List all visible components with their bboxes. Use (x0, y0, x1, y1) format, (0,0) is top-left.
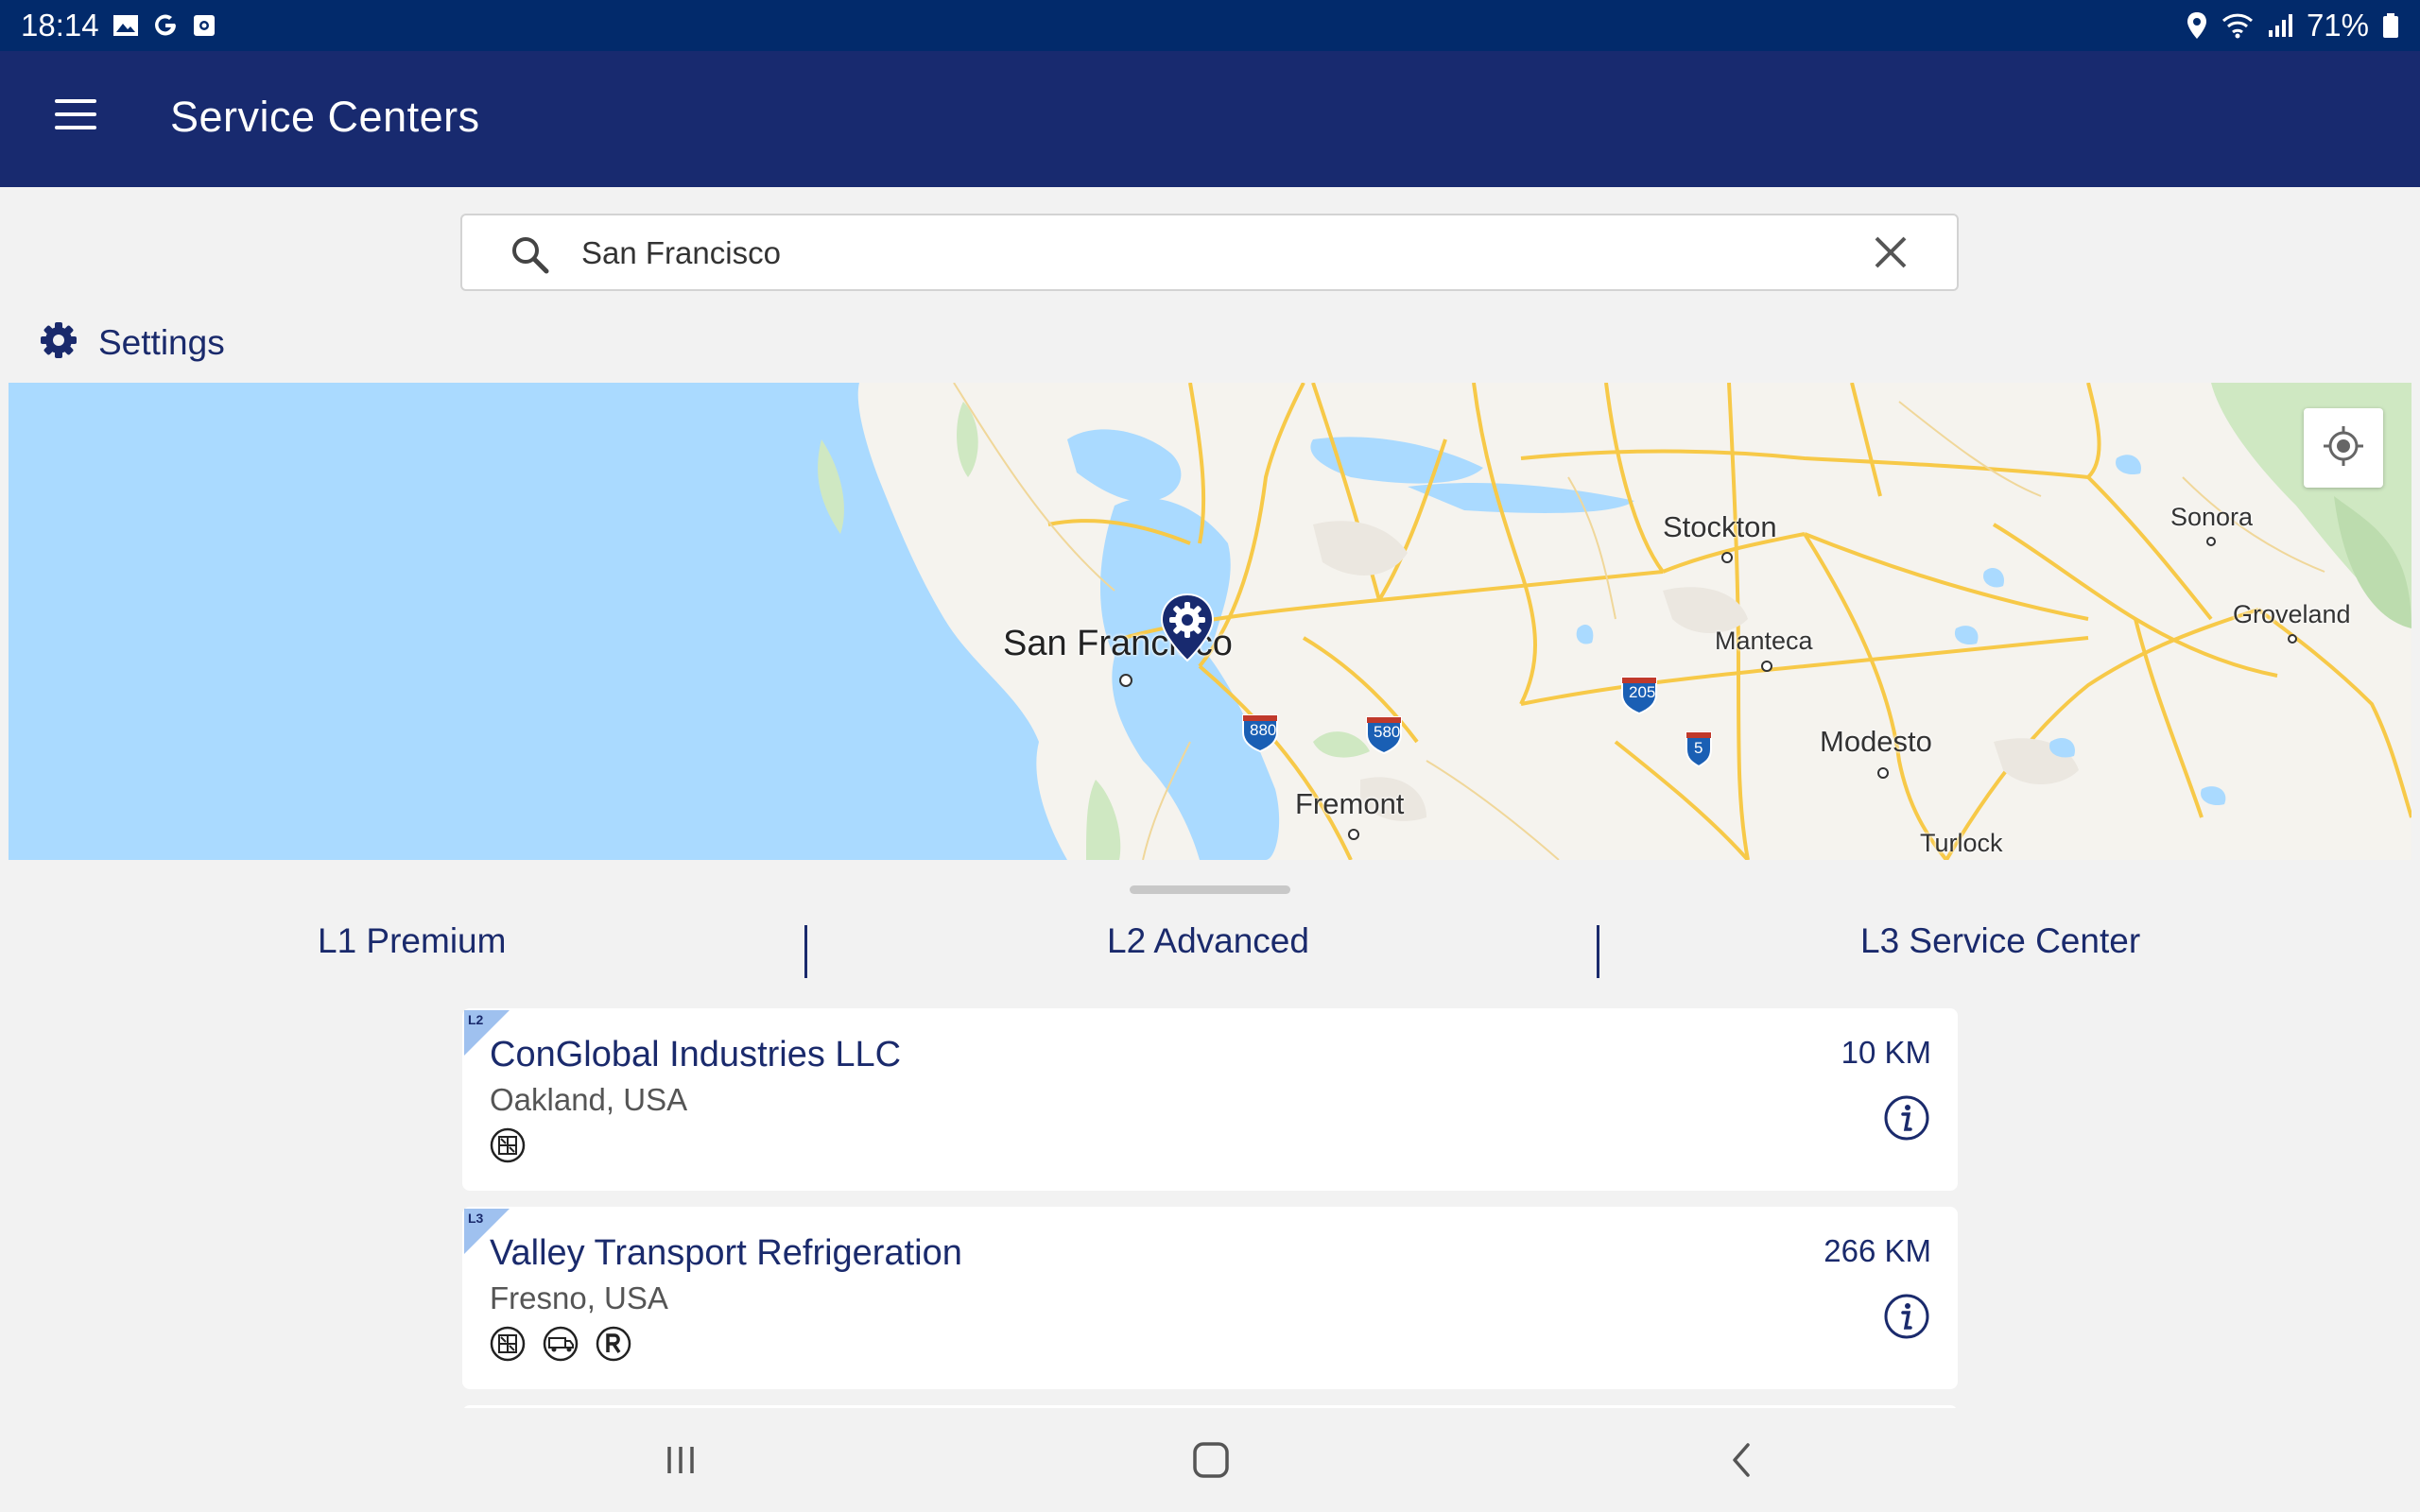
clear-search-icon[interactable] (1873, 234, 1909, 275)
status-time: 18:14 (21, 8, 99, 43)
recent-apps-icon[interactable] (624, 1408, 737, 1512)
highway-5-label: 5 (1694, 739, 1703, 757)
battery-level: 71% (2306, 8, 2369, 43)
service-center-name: ConGlobal Industries LLC (490, 1035, 902, 1074)
wifi-icon (2221, 12, 2254, 39)
crosshair-icon (2322, 424, 2365, 472)
distance: 266 KM (1824, 1233, 1931, 1268)
signal-icon (2267, 13, 2293, 38)
system-navigation-bar (0, 1408, 2420, 1512)
outlook-icon (192, 13, 216, 38)
location-icon (2186, 11, 2208, 40)
tab-divider (804, 925, 807, 978)
map-label-groveland: Groveland (2233, 600, 2351, 628)
r-icon (596, 1326, 631, 1366)
map-label-fremont: Fremont (1295, 787, 1405, 820)
service-center-name: Valley Transport Refrigeration (490, 1233, 962, 1273)
gear-icon (40, 321, 78, 364)
container-reefer-icon (490, 1127, 526, 1168)
home-icon[interactable] (1154, 1408, 1268, 1512)
service-center-city: Fresno, USA (490, 1280, 668, 1315)
level-tag-label: L3 (468, 1211, 484, 1226)
highway-205-label: 205 (1629, 683, 1656, 701)
search-icon (510, 234, 549, 279)
tab-l2-advanced[interactable]: L2 Advanced (1107, 921, 1309, 961)
app-bar: Service Centers (0, 51, 2420, 187)
settings-button[interactable]: Settings (40, 321, 225, 364)
service-center-card[interactable]: L3 Valley Transport Refrigeration Fresno… (462, 1207, 1958, 1389)
battery-icon (2382, 12, 2399, 39)
tab-l1-premium[interactable]: L1 Premium (318, 921, 506, 961)
service-icons (490, 1127, 526, 1168)
my-location-button[interactable] (2304, 408, 2383, 488)
map-label-modesto: Modesto (1820, 725, 1932, 758)
info-icon[interactable] (1882, 1093, 1931, 1143)
search-bar (460, 214, 1959, 291)
back-icon[interactable] (1685, 1408, 1799, 1512)
distance: 10 KM (1841, 1035, 1931, 1070)
map-label-sonora: Sonora (2170, 503, 2254, 531)
service-center-card[interactable]: L2 ConGlobal Industries LLC Oakland, USA… (462, 1008, 1958, 1191)
google-icon (152, 12, 179, 39)
service-center-city: Oakland, USA (490, 1082, 688, 1117)
service-center-marker-icon[interactable] (1159, 593, 1216, 662)
level-tabs: L1 Premium L2 Advanced L3 Service Center (0, 921, 2420, 982)
container-reefer-icon (490, 1326, 526, 1366)
map-label-stockton: Stockton (1663, 510, 1777, 543)
hamburger-menu-icon[interactable] (55, 99, 96, 137)
search-input[interactable] (579, 229, 1812, 278)
map-label-manteca: Manteca (1715, 627, 1813, 655)
bottom-sheet-drag-handle[interactable] (1130, 885, 1290, 894)
status-bar: 18:14 71% (0, 0, 2420, 51)
highway-580-label: 580 (1374, 723, 1401, 741)
tab-l3-service-center[interactable]: L3 Service Center (1860, 921, 2140, 961)
tab-divider (1597, 925, 1599, 978)
map[interactable]: 880 580 205 5 San Francisco Stockton Man… (9, 383, 2411, 860)
truck-icon (543, 1326, 579, 1366)
map-label-turlock: Turlock (1920, 829, 2003, 857)
gallery-icon (112, 13, 139, 38)
service-icons (490, 1326, 631, 1366)
level-tag-label: L2 (468, 1012, 484, 1027)
settings-label: Settings (98, 322, 225, 362)
highway-880-label: 880 (1250, 721, 1277, 739)
info-icon[interactable] (1882, 1292, 1931, 1341)
page-title: Service Centers (170, 93, 480, 141)
